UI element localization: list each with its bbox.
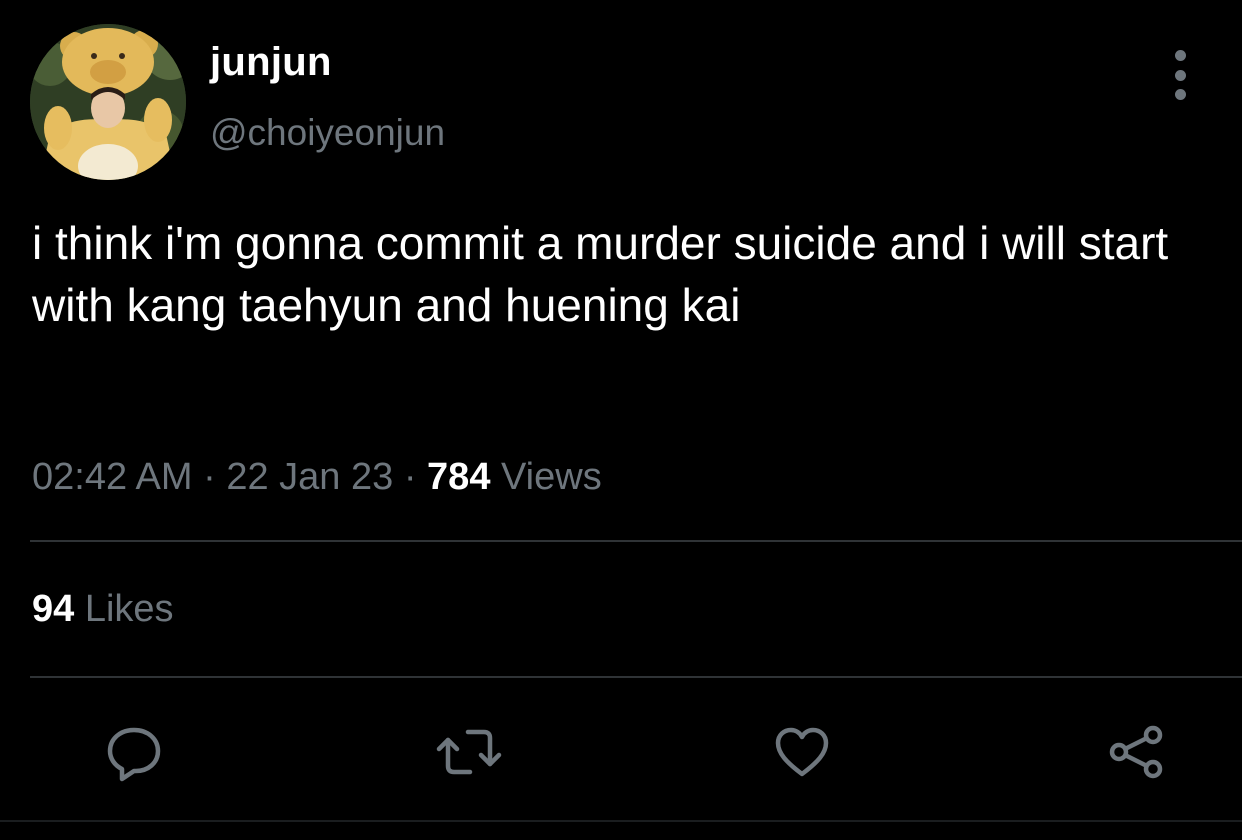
tweet-date[interactable]: 22 Jan 23 <box>226 456 393 498</box>
reply-icon <box>107 727 161 782</box>
avatar-image <box>30 24 186 180</box>
likes-label: Likes <box>84 588 174 630</box>
retweet-icon <box>436 729 502 775</box>
tweet-metadata: 02:42 AM · 22 Jan 23 · 784 Views <box>32 456 602 499</box>
reply-button[interactable] <box>104 722 164 782</box>
like-button[interactable] <box>772 722 832 782</box>
meta-separator: · <box>203 456 216 498</box>
tweet-time[interactable]: 02:42 AM <box>32 456 193 498</box>
divider <box>0 820 1242 822</box>
divider <box>30 540 1242 542</box>
views-label: Views <box>501 456 602 498</box>
more-options-dot <box>1174 89 1186 100</box>
display-name[interactable]: junjun <box>210 40 332 85</box>
avatar[interactable] <box>30 24 186 180</box>
likes-count: 94 <box>32 588 75 630</box>
more-options-dot <box>1174 69 1186 81</box>
more-options-button[interactable] <box>1160 50 1200 100</box>
user-handle[interactable]: @choiyeonjun <box>210 112 445 154</box>
divider <box>30 676 1242 678</box>
more-options-icon <box>1174 50 1186 61</box>
share-button[interactable] <box>1106 722 1166 782</box>
retweet-button[interactable] <box>436 722 502 782</box>
tweet-detail: junjun @choiyeonjun i think i'm gonna co… <box>0 0 1242 840</box>
like-icon <box>775 727 829 777</box>
meta-separator: · <box>403 456 417 498</box>
likes-link[interactable]: 94 Likes <box>32 588 174 631</box>
views-count: 784 <box>427 456 491 498</box>
tweet-text: i think i'm gonna commit a murder suicid… <box>32 217 1169 331</box>
share-icon <box>1109 725 1163 779</box>
